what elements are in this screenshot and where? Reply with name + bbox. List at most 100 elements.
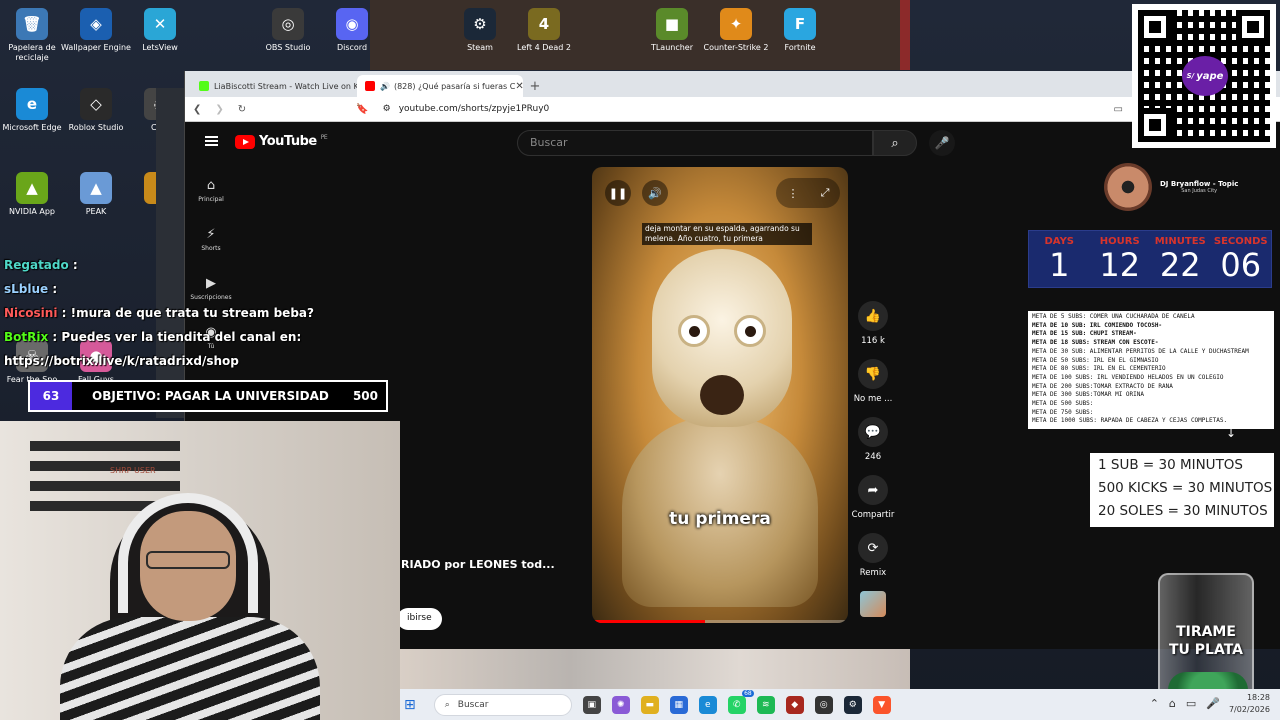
- search-button[interactable]: ⌕: [873, 130, 917, 156]
- qr-position-marker: [1236, 10, 1270, 44]
- wall-stripe: [30, 481, 180, 491]
- goal-current: 63: [30, 382, 72, 410]
- file-explorer-icon[interactable]: ▬: [640, 695, 659, 714]
- share-icon: ➦: [858, 475, 888, 505]
- countdown-hours: HOURS 12: [1090, 231, 1151, 287]
- goal-bar: 63 OBJETIVO: PAGAR LA UNIVERSIDAD 500: [28, 380, 388, 412]
- mic-tray-icon[interactable]: 🎤: [1206, 697, 1220, 710]
- volume-button[interactable]: 🔊: [642, 180, 668, 206]
- spotify-icon[interactable]: ≋: [756, 695, 775, 714]
- share-action[interactable]: ➦ Compartir: [845, 475, 901, 533]
- voice-search-button[interactable]: 🎤: [929, 130, 955, 156]
- tab-kick-stream[interactable]: LiaBiscotti Stream - Watch Live on Ki: [191, 75, 357, 97]
- tlauncher-icon: ■: [656, 8, 688, 40]
- dislike-action[interactable]: 👎 No me ...: [845, 359, 901, 417]
- clock[interactable]: 18:28 7/02/2026: [1229, 692, 1270, 716]
- dislike-label: No me ...: [853, 394, 893, 404]
- remix-action[interactable]: ⟳ Remix: [845, 533, 901, 591]
- cast-icon[interactable]: ▭: [1114, 104, 1123, 115]
- qr-position-marker: [1138, 10, 1172, 44]
- nav-item-principal[interactable]: ⌂ Principal: [185, 172, 237, 221]
- webcam-feed: SHRP USER: [0, 421, 400, 720]
- tab-title: LiaBiscotti Stream - Watch Live on Ki: [214, 81, 357, 91]
- tray-chevron-icon[interactable]: ⌃: [1150, 697, 1159, 710]
- desktop-icon-label: Discord: [336, 43, 368, 52]
- rate-item: 500 KICKS = 30 MINUTOS: [1098, 480, 1273, 496]
- countdown-value: 06: [1220, 246, 1262, 284]
- bookmark-icon[interactable]: 🔖: [356, 104, 368, 115]
- new-tab-button[interactable]: +: [523, 75, 547, 97]
- desktop-icon-discord[interactable]: ◉ Discord: [313, 8, 391, 53]
- wall-stripe: [30, 441, 180, 451]
- fortnite-icon: F: [784, 8, 816, 40]
- url-field[interactable]: ⚙ youtube.com/shorts/zpyje1PRuy0: [383, 104, 1100, 114]
- dislike-icon: 👎: [858, 359, 888, 389]
- video-title[interactable]: RIADO por LEONES tod...: [401, 558, 581, 571]
- fullscreen-icon[interactable]: ⤢: [812, 180, 838, 206]
- copilot-icon[interactable]: ✺: [611, 695, 630, 714]
- video-progress-bar[interactable]: [592, 620, 848, 623]
- subathon-countdown: DAYS 1 HOURS 12 MINUTES 22 SECONDS 06: [1028, 230, 1272, 288]
- yape-logo: S/yape: [1182, 56, 1228, 96]
- close-tab-icon[interactable]: ✕: [515, 81, 523, 92]
- taskbar: ⊞ ⌕ Buscar ▣ ✺ ▬ ▦ e ✆ 68 ≋ ◆ ◎ ⚙ ▼ ⌃ ⌂ ▭ 🎤 18:28 7…: [400, 689, 1280, 720]
- obs-icon[interactable]: ◎: [814, 695, 833, 714]
- back-icon[interactable]: ❮: [193, 104, 201, 115]
- wallpaper-engine-icon: ◈: [80, 8, 112, 40]
- search-icon: ⌕: [444, 699, 450, 710]
- youtube-logo[interactable]: YouTube PE: [235, 134, 328, 149]
- brave-icon[interactable]: ▼: [872, 695, 891, 714]
- wall-stripe: [30, 461, 180, 471]
- audio-thumbnail[interactable]: [860, 591, 886, 617]
- now-playing-location: San Judas City: [1181, 188, 1218, 194]
- task-view-icon[interactable]: ▣: [582, 695, 601, 714]
- streamer-headset: [118, 493, 258, 613]
- windows-start-icon[interactable]: ⊞: [404, 697, 416, 713]
- reload-icon[interactable]: ↻: [238, 104, 246, 115]
- pause-button[interactable]: ❚❚: [605, 180, 631, 206]
- dota-icon[interactable]: ◆: [785, 695, 804, 714]
- nav-item-label: Principal: [198, 196, 224, 203]
- battery-icon[interactable]: ▭: [1186, 697, 1196, 710]
- red-accent: [900, 0, 910, 70]
- youtube-header: YouTube PE Buscar ⌕ 🎤: [185, 122, 1280, 162]
- sub-goal-item: META DE 1000 SUBS: RAPADA DE CABEZA Y CE…: [1032, 417, 1228, 425]
- network-icon[interactable]: ⌂: [1169, 697, 1176, 710]
- address-bar: ❮ ❯ ↻ 🔖 ⚙ youtube.com/shorts/zpyje1PRuy0…: [185, 97, 1280, 122]
- sub-goal-item: META DE 300 SUBS:TOMAR MI ORINA: [1032, 391, 1144, 399]
- taskbar-apps: ▣ ✺ ▬ ▦ e ✆ 68 ≋ ◆ ◎ ⚙ ▼: [572, 689, 891, 714]
- sub-goal-item: META DE 100 SUBS: IRL VENDIENDO HELADOS …: [1032, 373, 1224, 381]
- like-icon: 👍: [858, 301, 888, 331]
- chat-text: : !mura de que trata tu stream beba?: [57, 306, 314, 320]
- tab-youtube-short[interactable]: 🔊 (828) ¿Qué pasaría si fueras C ✕: [357, 75, 523, 97]
- chat-text: : Puedes ver la tiendita del canal en:: [48, 330, 302, 344]
- comments-icon: 💬: [858, 417, 888, 447]
- chat-username: Nicosini: [4, 306, 58, 320]
- video-caption: deja montar en su espalda, agarrando su …: [642, 223, 812, 245]
- sub-goal-item: META DE 15 SUB: CHUPI STREAM-: [1032, 330, 1137, 338]
- shorts-player[interactable]: ❚❚ 🔊 ⋮ ⤢ deja montar en su espalda, agar…: [592, 167, 848, 623]
- roblox-studio-icon: ◇: [80, 88, 112, 120]
- desktop-icon-fortnite[interactable]: F Fortnite: [761, 8, 839, 53]
- desktop-icon-left-4-dead-2[interactable]: 4 Left 4 Dead 2: [505, 8, 583, 53]
- like-action[interactable]: 👍 116 k: [845, 301, 901, 359]
- search-input[interactable]: Buscar: [517, 130, 873, 156]
- subscribe-button[interactable]: ibirse: [397, 608, 442, 630]
- desktop-icon-letsview[interactable]: ✕ LetsView: [121, 8, 199, 53]
- shorts-actions: 👍 116 k 👎 No me ... 💬 246 ➦ Compartir ⟳ Remix: [845, 301, 901, 617]
- steam-icon[interactable]: ⚙: [843, 695, 862, 714]
- taskbar-search[interactable]: ⌕ Buscar: [433, 693, 572, 716]
- forward-icon[interactable]: ❯: [215, 104, 223, 115]
- site-info-icon[interactable]: ⚙: [383, 104, 391, 114]
- menu-icon[interactable]: [205, 136, 218, 146]
- edge-icon[interactable]: e: [698, 695, 717, 714]
- store-icon[interactable]: ▦: [669, 695, 688, 714]
- comments-label: 246: [864, 452, 882, 462]
- more-options-icon[interactable]: ⋮: [780, 180, 806, 206]
- yape-badge-symbol: S/: [1186, 72, 1195, 80]
- comments-action[interactable]: 💬 246: [845, 417, 901, 475]
- arrow-down-icon[interactable]: ↓: [1226, 426, 1236, 440]
- sub-goal-item: META DE 5 SUBS: COMER UNA CUCHARADA DE C…: [1032, 313, 1195, 320]
- whatsapp-icon[interactable]: ✆ 68: [727, 689, 754, 714]
- sub-goal-item: META DE 200 SUBS:TOMAR EXTRACTO DE RANA: [1032, 382, 1173, 390]
